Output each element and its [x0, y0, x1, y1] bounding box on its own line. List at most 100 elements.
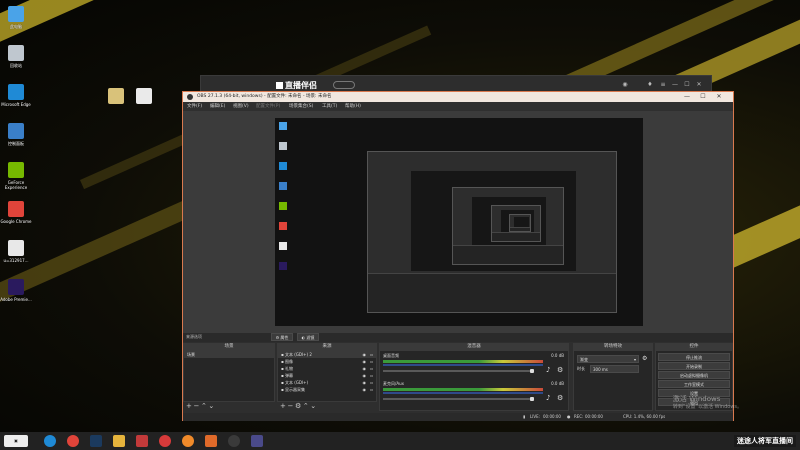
minimize-button[interactable]: —	[671, 81, 679, 89]
maximize-button[interactable]: ☐	[697, 92, 709, 102]
menu-profile[interactable]: 配置文件(P)	[256, 103, 280, 109]
remove-icon[interactable]: −	[287, 402, 293, 410]
table-row[interactable]: ▪ 文本 (GDI+) ◉ ▫	[278, 379, 376, 386]
properties-button[interactable]: ⚙ 属性	[271, 333, 293, 341]
lock-icon[interactable]: ▫	[370, 351, 373, 358]
gear-icon[interactable]: ⚙	[557, 366, 563, 374]
eye-icon[interactable]: ◉	[363, 379, 367, 386]
close-button[interactable]: ✕	[695, 81, 703, 89]
netease-music-icon[interactable]	[159, 435, 171, 447]
controls-dock-header: 控件	[655, 343, 733, 350]
desktop-icon[interactable]: 控制面板	[0, 123, 32, 146]
move-up-icon[interactable]: ⌃	[201, 402, 207, 410]
speaker-icon[interactable]: ♪	[546, 394, 550, 402]
chrome-icon[interactable]	[67, 435, 79, 447]
lock-icon[interactable]: ▫	[370, 358, 373, 365]
table-row[interactable]: ▪ 弹幕 ◉ ▫	[278, 372, 376, 379]
obs-titlebar[interactable]: OBS 27.1.3 (64-bit, windows) - 配置文件: 未命名…	[183, 92, 733, 102]
transition-select[interactable]: 渐变 ▾	[577, 355, 639, 363]
menu-file[interactable]: 文件(F)	[187, 103, 202, 109]
minimize-button[interactable]: —	[681, 92, 693, 102]
menu-help[interactable]: 帮助(H)	[345, 103, 361, 109]
folder-icon[interactable]	[113, 435, 125, 447]
edge-icon[interactable]	[44, 435, 56, 447]
menu-icon[interactable]: ≡	[659, 81, 667, 89]
volume-slider[interactable]	[383, 370, 533, 372]
desktop-icon[interactable]: GeForce Experience	[0, 162, 32, 190]
duration-input[interactable]: 300 ms	[590, 365, 639, 373]
obs-icon[interactable]	[228, 435, 240, 447]
status-badge[interactable]	[333, 81, 355, 89]
table-row[interactable]: ▪ 礼物 ◉ ▫	[278, 365, 376, 372]
lock-icon[interactable]: ▫	[370, 365, 373, 372]
nested-capture	[509, 214, 531, 232]
gear-icon[interactable]: ⚙	[557, 394, 563, 402]
live-app-icon[interactable]	[251, 435, 263, 447]
preview-desktop-icon	[279, 262, 287, 270]
lock-icon[interactable]: ▫	[370, 379, 373, 386]
steam-icon[interactable]	[90, 435, 102, 447]
filters-button[interactable]: ◐ 滤镜	[297, 333, 319, 341]
studio-mode-button[interactable]: 工作室模式	[658, 380, 730, 388]
eye-icon[interactable]: ◉	[363, 365, 367, 372]
maximize-button[interactable]: ☐	[683, 81, 691, 89]
source-options-label: 来源选项	[186, 334, 202, 339]
menu-tools[interactable]: 工具(T)	[322, 103, 337, 109]
desktop-icon[interactable]: Adobe Premie...	[0, 279, 32, 302]
remove-icon[interactable]: −	[193, 402, 199, 410]
eye-icon[interactable]: ◉	[363, 351, 367, 358]
eye-icon[interactable]: ◉	[363, 372, 367, 379]
avatar-icon[interactable]: ◉	[621, 81, 629, 89]
add-icon[interactable]: +	[186, 402, 192, 410]
desktop-icon[interactable]: u=312917...	[0, 240, 32, 263]
preview-canvas[interactable]	[275, 118, 643, 326]
chevron-down-icon: ▾	[633, 357, 636, 362]
desktop-icon[interactable]: 此电脑	[0, 6, 32, 29]
menu-view[interactable]: 视图(V)	[233, 103, 249, 109]
stop-streaming-button[interactable]: 停止推流	[658, 353, 730, 361]
start-logo-icon[interactable]: ▣	[4, 435, 28, 447]
shirt-icon[interactable]: ♦	[646, 81, 654, 89]
app-icon[interactable]	[136, 435, 148, 447]
desktop-file-2[interactable]	[128, 88, 160, 106]
source-label: 图像	[284, 359, 293, 364]
lock-icon[interactable]: ▫	[370, 386, 373, 393]
eye-icon[interactable]: ◉	[363, 386, 367, 393]
menu-edit[interactable]: 编辑(E)	[210, 103, 225, 109]
volume-slider[interactable]	[383, 398, 533, 400]
orange-app-icon[interactable]	[182, 435, 194, 447]
sources-list[interactable]: ▪ 文本 (GDI+) 2 ◉ ▫ ▪ 图像 ◉ ▫ ▪ 礼物 ◉ ▫ ▪ 弹幕 ◉ ▫ ▪ 文本 (G…	[277, 350, 377, 402]
level-meter	[383, 388, 543, 391]
move-down-icon[interactable]: ⌄	[208, 402, 214, 410]
gear-icon[interactable]: ⚙	[295, 402, 301, 410]
start-virtual-camera-button[interactable]: 启动虚拟摄像机	[658, 371, 730, 379]
move-up-icon[interactable]: ⌃	[303, 402, 309, 410]
speaker-icon[interactable]: ♪	[546, 366, 550, 374]
duration-label: 时长	[577, 366, 585, 371]
obs-window[interactable]: OBS 27.1.3 (64-bit, windows) - 配置文件: 未命名…	[182, 91, 734, 421]
lock-icon[interactable]: ▫	[370, 372, 373, 379]
menu-scene-collection[interactable]: 场景集合(S)	[289, 103, 313, 109]
volume-knob[interactable]	[530, 369, 534, 373]
scenes-list[interactable]: 场景	[183, 350, 275, 402]
volume-knob[interactable]	[530, 397, 534, 401]
preview-desktop-icon	[279, 122, 287, 130]
move-down-icon[interactable]: ⌄	[310, 402, 316, 410]
add-icon[interactable]: +	[280, 402, 286, 410]
desktop-icon[interactable]: 回收站	[0, 45, 32, 68]
close-button[interactable]: ✕	[713, 92, 725, 102]
table-row[interactable]: ▪ 图像 ◉ ▫	[278, 358, 376, 365]
scenes-dock: 场景 场景 + − ⌃ ⌄	[183, 343, 275, 413]
start-recording-button[interactable]: 开始录制	[658, 362, 730, 370]
transitions-dock-header: 转场特效	[573, 343, 653, 350]
preview-desktop-icon	[279, 142, 287, 150]
table-row[interactable]: ▪ 文本 (GDI+) 2 ◉ ▫	[278, 351, 376, 358]
gear-icon[interactable]: ⚙	[642, 355, 647, 362]
desktop-icon[interactable]: Google Chrome	[0, 201, 32, 224]
preview-desktop-icon	[279, 242, 287, 250]
table-row[interactable]: ▪ 显示器采集 ◉ ▫	[278, 386, 376, 393]
eye-icon[interactable]: ◉	[363, 358, 367, 365]
game-icon[interactable]	[205, 435, 217, 447]
desktop-icon[interactable]: Microsoft Edge	[0, 84, 32, 107]
list-item[interactable]: 场景	[184, 351, 274, 358]
